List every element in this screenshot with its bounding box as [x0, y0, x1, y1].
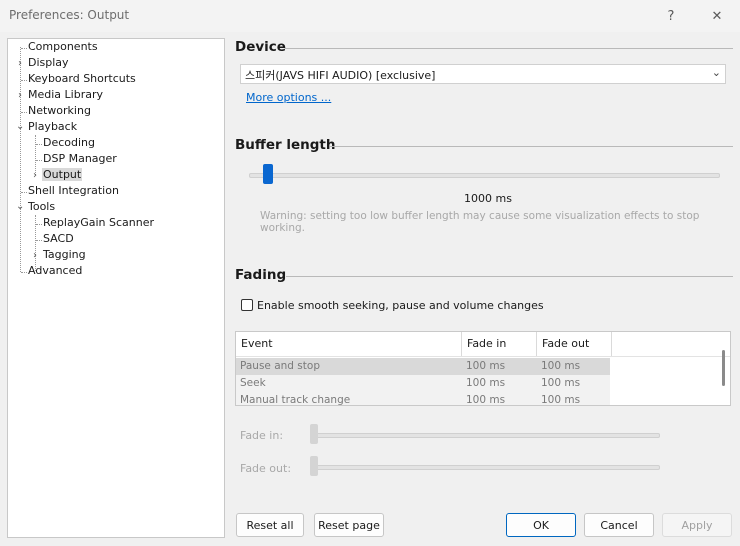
- chevron-right-icon[interactable]: ›: [31, 168, 39, 184]
- divider: [236, 356, 730, 357]
- fade-in-cell: 100 ms: [466, 377, 506, 389]
- tree-item-media-library[interactable]: Media Library: [27, 87, 104, 103]
- column-header-event[interactable]: Event: [236, 332, 462, 356]
- chevron-right-icon[interactable]: ›: [16, 56, 24, 72]
- tree-item-label: Display: [28, 56, 69, 69]
- tree-item-label: Tools: [28, 200, 56, 213]
- tree-item-networking[interactable]: Networking: [27, 103, 92, 119]
- tree-item-sacd[interactable]: SACD: [42, 231, 75, 247]
- chevron-down-icon[interactable]: ⌄: [16, 199, 24, 215]
- divider: [286, 276, 733, 277]
- smooth-seeking-label: Enable smooth seeking, pause and volume …: [257, 299, 544, 312]
- device-select-value: 스피커(JAVS HIFI AUDIO) [exclusive]: [245, 69, 436, 82]
- fade-in-cell: 100 ms: [466, 360, 506, 372]
- divider: [330, 146, 733, 147]
- chevron-right-icon[interactable]: ›: [16, 88, 24, 104]
- tree-item-label: DSP Manager: [43, 152, 117, 165]
- smooth-seeking-checkbox[interactable]: [241, 299, 253, 311]
- more-options-link[interactable]: More options ...: [246, 91, 331, 104]
- reset-page-button[interactable]: Reset page: [314, 513, 384, 537]
- tree-item-keyboard-shortcuts[interactable]: Keyboard Shortcuts: [27, 71, 137, 87]
- fade-in-cell: 100 ms: [466, 394, 506, 406]
- tree-item-label: SACD: [43, 232, 74, 245]
- buffer-warning-text: Warning: setting too low buffer length m…: [260, 210, 700, 234]
- tree-item-dsp-manager[interactable]: DSP Manager: [42, 151, 118, 167]
- table-row[interactable]: Pause and stop 100 ms 100 ms: [236, 358, 610, 375]
- tree-item-decoding[interactable]: Decoding: [42, 135, 96, 151]
- fade-out-label: Fade out:: [240, 462, 292, 475]
- fade-out-cell: 100 ms: [541, 377, 581, 389]
- tree-item-label: Shell Integration: [28, 184, 119, 197]
- fade-out-slider-thumb: [310, 456, 318, 476]
- tree-item-components[interactable]: Components: [27, 39, 99, 55]
- buffer-length-value: 1000 ms: [464, 192, 512, 205]
- tree-item-label: Keyboard Shortcuts: [28, 72, 136, 85]
- fade-in-slider-thumb: [310, 424, 318, 444]
- fade-out-cell: 100 ms: [541, 360, 581, 372]
- fade-out-slider-track: [312, 465, 660, 470]
- tree-item-label: Media Library: [28, 88, 103, 101]
- close-icon: ✕: [711, 8, 723, 24]
- tree-item-output[interactable]: Output: [42, 167, 83, 183]
- apply-button[interactable]: Apply: [662, 513, 732, 537]
- tree-item-label: ReplayGain Scanner: [43, 216, 154, 229]
- tree-item-tools[interactable]: Tools: [27, 199, 56, 215]
- chevron-right-icon[interactable]: ›: [31, 248, 39, 264]
- close-button[interactable]: ✕: [694, 0, 740, 32]
- preferences-tree[interactable]: › › ⌄ › ⌄ › Components Display Keyboard …: [7, 38, 225, 538]
- window-title: Preferences: Output: [9, 8, 130, 22]
- device-heading: Device: [235, 39, 286, 55]
- table-scrollbar[interactable]: [722, 350, 725, 386]
- tree-item-display[interactable]: Display: [27, 55, 70, 71]
- tree-item-replaygain-scanner[interactable]: ReplayGain Scanner: [42, 215, 155, 231]
- event-cell: Manual track change: [240, 394, 351, 406]
- column-header-fade-out[interactable]: Fade out: [537, 332, 612, 356]
- tree-item-advanced[interactable]: Advanced: [27, 263, 83, 279]
- tree-item-label: Networking: [28, 104, 91, 117]
- tree-item-playback[interactable]: Playback: [27, 119, 78, 135]
- ok-button[interactable]: OK: [506, 513, 576, 537]
- table-row[interactable]: Manual track change 100 ms 100 ms: [236, 392, 610, 406]
- chevron-down-icon[interactable]: ⌄: [16, 119, 24, 135]
- event-cell: Seek: [240, 377, 266, 389]
- fade-in-label: Fade in:: [240, 429, 284, 442]
- fading-heading: Fading: [235, 267, 287, 283]
- buffer-length-slider-thumb[interactable]: [263, 164, 273, 184]
- buffer-length-slider-track[interactable]: [249, 173, 720, 178]
- fading-table: Event Fade in Fade out Pause and stop 10…: [235, 331, 731, 406]
- divider: [285, 48, 733, 49]
- tree-item-label: Decoding: [43, 136, 96, 149]
- table-row[interactable]: Seek 100 ms 100 ms: [236, 375, 610, 392]
- tree-item-label: Components: [28, 40, 98, 53]
- cancel-button[interactable]: Cancel: [584, 513, 654, 537]
- event-cell: Pause and stop: [240, 360, 320, 372]
- fade-out-cell: 100 ms: [541, 394, 581, 406]
- fade-in-slider-track: [312, 433, 660, 438]
- reset-all-button[interactable]: Reset all: [236, 513, 304, 537]
- column-header-fade-in[interactable]: Fade in: [462, 332, 537, 356]
- tree-item-tagging[interactable]: Tagging: [42, 247, 87, 263]
- device-select[interactable]: 스피커(JAVS HIFI AUDIO) [exclusive] ⌄: [240, 64, 726, 84]
- chevron-down-icon: ⌄: [711, 66, 721, 79]
- tree-item-label: Playback: [28, 120, 78, 133]
- tree-item-label: Advanced: [28, 264, 83, 277]
- tree-item-label: Output: [42, 168, 83, 181]
- help-button[interactable]: ?: [648, 0, 694, 32]
- tree-item-label: Tagging: [43, 248, 86, 261]
- buffer-length-heading: Buffer length: [235, 137, 336, 153]
- tree-item-shell-integration[interactable]: Shell Integration: [27, 183, 120, 199]
